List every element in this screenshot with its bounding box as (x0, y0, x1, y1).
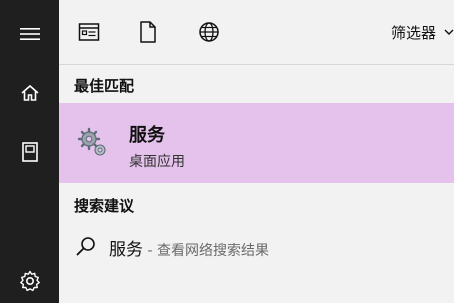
best-match-result[interactable]: 服务 桌面应用 (59, 103, 454, 183)
best-match-name: 服务 (129, 125, 165, 146)
search-suggestion-item[interactable]: 服务 - 查看网络搜索结果 (59, 226, 454, 266)
services-gears-icon (77, 127, 106, 156)
filter-dropdown[interactable]: 筛选器 (391, 20, 454, 44)
suggestion-query: 服务 (109, 240, 143, 260)
suggestion-dash: - (143, 243, 157, 259)
left-taskbar (0, 0, 59, 303)
suggestion-hint: 查看网络搜索结果 (156, 243, 269, 259)
best-match-heading: 最佳匹配 (74, 77, 135, 95)
chevron-down-icon (444, 29, 454, 35)
hamburger-menu-icon[interactable] (0, 14, 59, 54)
home-icon[interactable] (0, 73, 59, 113)
suggestion-text: 服务 - 查看网络搜索结果 (109, 235, 269, 260)
notebook-icon[interactable] (0, 132, 59, 172)
apps-window-icon[interactable] (75, 18, 103, 46)
settings-gear-icon[interactable] (0, 261, 59, 301)
filter-label: 筛选器 (390, 23, 436, 42)
search-icon (76, 237, 95, 256)
web-globe-icon[interactable] (195, 18, 223, 46)
toolbar-divider (59, 64, 454, 65)
search-results-panel: 筛选器 最佳匹配 服务 桌面应用 搜索建议 服务 - 查看网络搜索结果 (59, 0, 454, 303)
search-suggestions-heading: 搜索建议 (74, 197, 135, 215)
best-match-subtitle: 桌面应用 (129, 154, 185, 170)
document-icon[interactable] (134, 18, 162, 46)
search-toolbar: 筛选器 (59, 0, 454, 64)
